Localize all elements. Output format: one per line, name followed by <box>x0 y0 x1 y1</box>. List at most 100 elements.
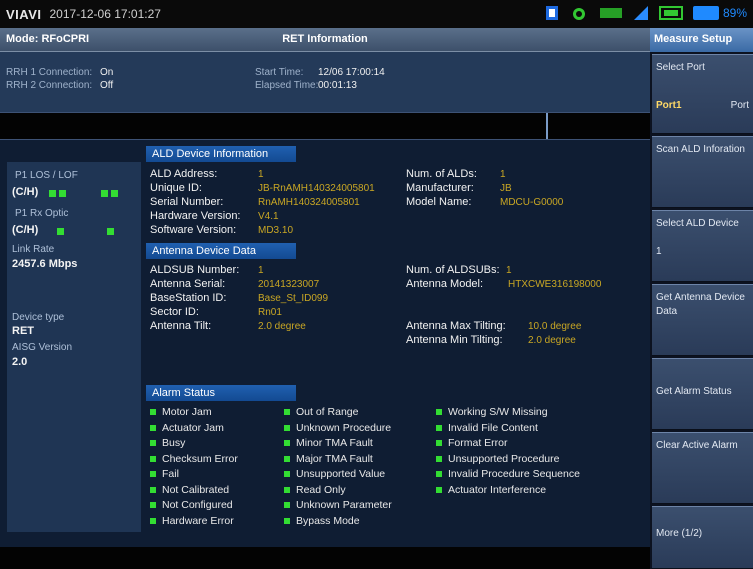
manufacturer-value: JB <box>500 183 512 194</box>
alarm-item-label: Invalid File Content <box>448 421 538 434</box>
scan-ald-label: Scan ALD Inforation <box>656 144 745 155</box>
alarm-item: Major TMA Fault <box>284 453 373 465</box>
alarm-status-indicator <box>150 486 156 493</box>
datetime: 2017-12-06 17:01:27 <box>49 7 161 21</box>
alarm-item: Unknown Parameter <box>284 499 392 511</box>
alarm-item: Invalid File Content <box>436 422 538 434</box>
get-antenna-device-data-label: Get Antenna Device Data <box>656 292 745 317</box>
num-aldsubs-label: Num. of ALDSUBs: <box>406 264 500 276</box>
antenna-serial-label: Antenna Serial: <box>150 278 226 290</box>
sector-id-label: Sector ID: <box>150 306 199 318</box>
software-version-label: Software Version: <box>150 224 237 236</box>
unique-id-value: JB-RnAMH140324005801 <box>258 183 375 194</box>
status-bar: VIAVI 2017-12-06 17:01:27 89% <box>0 0 753 28</box>
get-antenna-device-data-button[interactable]: Get Antenna Device Data <box>652 284 753 356</box>
alarm-status-indicator <box>150 455 156 462</box>
device-type-label: Device type <box>12 312 65 323</box>
clear-active-alarm-label: Clear Active Alarm <box>656 440 738 451</box>
link-status-panel: P1 LOS / LOF (C/H) P1 Rx Optic (C/H) Lin… <box>7 162 141 532</box>
main-content: P1 LOS / LOF (C/H) P1 Rx Optic (C/H) Lin… <box>0 140 650 547</box>
mode-label: Mode: RFoCPRI <box>6 33 90 45</box>
rrh2-value: Off <box>100 80 114 91</box>
alarm-item: Actuator Jam <box>150 422 224 434</box>
battery-indicator: 89% <box>692 6 747 20</box>
aldsub-number-label: ALDSUB Number: <box>150 264 240 276</box>
antenna-serial-value: 20141323007 <box>258 279 320 290</box>
rx-optic-led-h <box>107 226 114 237</box>
alarm-item-label: Format Error <box>448 437 508 449</box>
model-name-value: MDCU-G0000 <box>500 197 564 208</box>
port2-option[interactable]: Port <box>731 99 749 113</box>
alarm-status-indicator <box>284 409 290 416</box>
wifi-icon <box>569 5 589 21</box>
elapsed-time-label: Elapsed Time: <box>255 80 319 91</box>
antenna-min-tilting-label: Antenna Min Tilting: <box>406 334 503 346</box>
rrh1-label: RRH 1 Connection: <box>6 67 93 78</box>
antenna-max-tilting-value: 10.0 degree <box>528 321 582 332</box>
alarm-item-label: Out of Range <box>296 406 359 418</box>
unique-id-label: Unique ID: <box>150 182 202 194</box>
alarm-status-indicator <box>150 440 156 447</box>
alarm-item: Read Only <box>284 484 346 496</box>
los-led <box>49 188 66 199</box>
alarm-item: Not Calibrated <box>150 484 229 496</box>
alarm-status-indicator <box>436 486 442 493</box>
model-name-label: Model Name: <box>406 196 472 208</box>
clear-active-alarm-button[interactable]: Clear Active Alarm <box>652 432 753 504</box>
serial-number-value: RnAMH140324005801 <box>258 197 360 208</box>
alarm-item-label: Not Calibrated <box>162 483 230 496</box>
mode-bar: RET Information Mode: RFoCPRI <box>0 28 650 52</box>
antenna-tilt-label: Antenna Tilt: <box>150 320 212 332</box>
start-time-label: Start Time: <box>255 67 304 78</box>
alarm-item-label: Unsupported Procedure <box>448 452 560 465</box>
select-ald-device-value: 1 <box>656 246 662 257</box>
alarm-status-indicator <box>150 424 156 431</box>
alarm-item: Format Error <box>436 437 508 449</box>
more-label: More (1/2) <box>656 528 703 539</box>
ald-section-header: ALD Device Information <box>146 146 296 162</box>
antenna-tilt-value: 2.0 degree <box>258 321 306 332</box>
elapsed-time-value: 00:01:13 <box>318 80 357 91</box>
sector-id-value: Rn01 <box>258 307 282 318</box>
alarm-item-label: Fail <box>162 468 179 480</box>
alarm-item-label: Read Only <box>296 483 346 496</box>
alarm-item-label: Unknown Procedure <box>296 421 392 434</box>
alarm-item: Not Configured <box>150 499 233 511</box>
alarm-item: Unsupported Value <box>284 468 385 480</box>
alarm-status-indicator <box>150 502 156 509</box>
num-alds-label: Num. of ALDs: <box>406 168 477 180</box>
scan-ald-button[interactable]: Scan ALD Inforation <box>652 136 753 208</box>
chi-label-2: (C/H) <box>12 224 39 236</box>
alarm-status-indicator <box>284 424 290 431</box>
alarm-item: Fail <box>150 468 179 480</box>
message-strip <box>0 112 650 140</box>
connection-info: RRH 1 Connection: On RRH 2 Connection: O… <box>0 52 650 112</box>
ald-address-value: 1 <box>258 169 264 180</box>
port1-option[interactable]: Port1 <box>656 99 682 113</box>
more-button[interactable]: More (1/2) <box>652 506 753 569</box>
select-port-label: Select Port <box>656 62 705 73</box>
ald-address-label: ALD Address: <box>150 168 218 180</box>
alarm-status-indicator <box>284 517 290 524</box>
softkey-panel: Measure Setup Select Port Port1 Port Sca… <box>650 28 753 569</box>
alarm-item-label: Minor TMA Fault <box>296 437 373 449</box>
rrh1-value: On <box>100 67 114 78</box>
alarm-item: Checksum Error <box>150 453 238 465</box>
get-alarm-status-button[interactable]: Get Alarm Status <box>652 358 753 430</box>
strip-divider <box>546 113 548 139</box>
battery-percent: 89% <box>722 6 747 20</box>
usb-icon <box>658 5 683 21</box>
alarm-item-label: Invalid Procedure Sequence <box>448 468 580 480</box>
antenna-max-tilting-label: Antenna Max Tilting: <box>406 320 506 332</box>
serial-number-label: Serial Number: <box>150 196 224 208</box>
p1-los-lof-label: P1 LOS / LOF <box>15 170 78 181</box>
select-port-button[interactable]: Select Port Port1 Port <box>652 54 753 134</box>
bottom-strip <box>0 547 650 569</box>
num-alds-value: 1 <box>500 169 506 180</box>
select-ald-device-button[interactable]: Select ALD Device 1 <box>652 210 753 282</box>
alarm-status-indicator <box>436 440 442 447</box>
alarm-item-label: Unknown Parameter <box>296 499 392 511</box>
alarm-item: Minor TMA Fault <box>284 437 373 449</box>
alarm-item: Actuator Interference <box>436 484 546 496</box>
alarm-status-indicator <box>436 455 442 462</box>
